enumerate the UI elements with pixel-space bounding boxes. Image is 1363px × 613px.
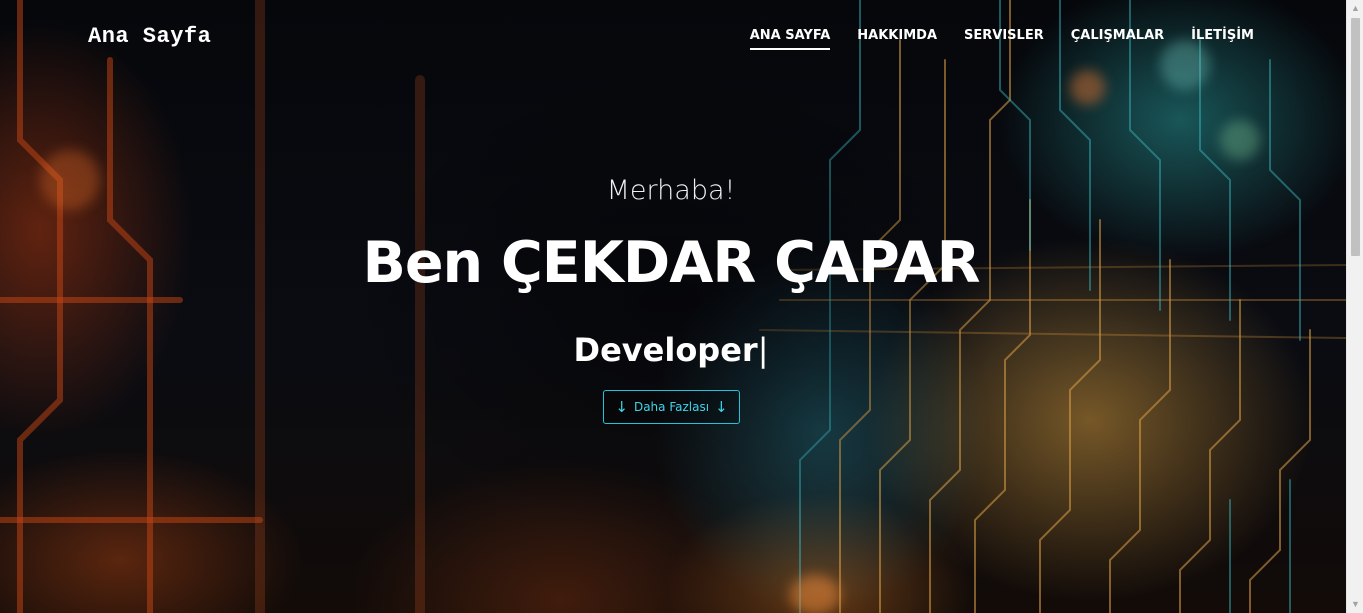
- scrollbar-thumb[interactable]: [1351, 18, 1360, 256]
- hero-greeting: Merhaba!: [606, 175, 736, 206]
- arrow-down-icon: ↓: [715, 397, 728, 416]
- arrow-down-icon: ↓: [615, 397, 628, 416]
- hero-section: Merhaba! Ben ÇEKDAR ÇAPAR Developer| ↓ D…: [0, 0, 1346, 613]
- hero-name-heading: Ben ÇEKDAR ÇAPAR: [362, 230, 980, 296]
- scroll-down-arrow-icon[interactable]: ▼: [1347, 596, 1363, 613]
- hero-role-typed: Developer|: [0, 331, 1342, 369]
- scroll-up-arrow-icon[interactable]: ▲: [1347, 0, 1363, 17]
- hero-role-text: Developer: [573, 331, 758, 369]
- typing-caret: |: [757, 331, 769, 369]
- vertical-scrollbar[interactable]: ▲ ▼: [1346, 0, 1363, 613]
- more-info-button-label: Daha Fazlası: [633, 400, 710, 414]
- more-info-button[interactable]: ↓ Daha Fazlası ↓: [603, 390, 740, 424]
